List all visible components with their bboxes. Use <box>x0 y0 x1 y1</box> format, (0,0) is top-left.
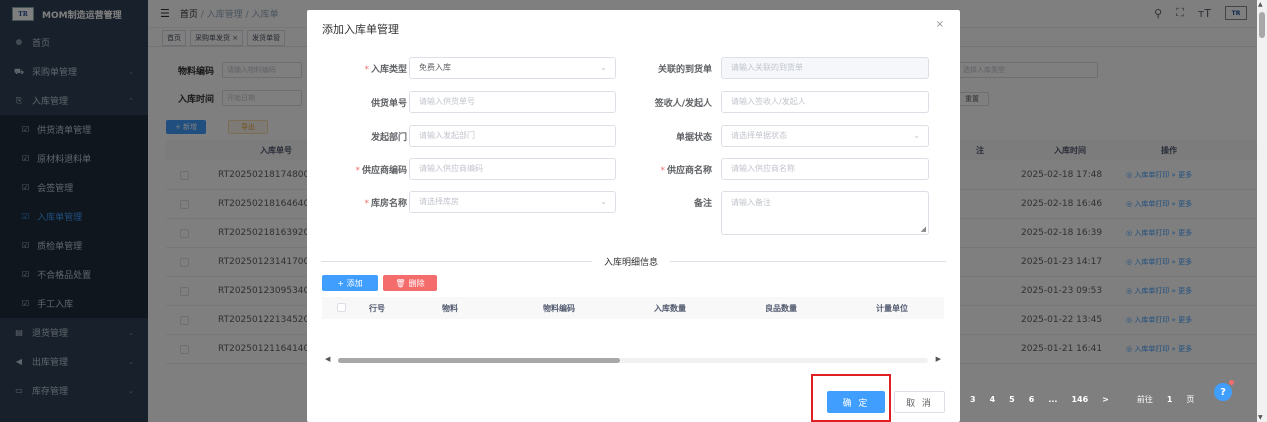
page-ellipsis[interactable]: ... <box>1044 393 1061 406</box>
dialog-title: 添加入库单管理 <box>322 23 399 36</box>
cancel-button[interactable]: 取 消 <box>894 391 945 413</box>
trash-icon: 🗑 <box>395 278 406 288</box>
chevron-down-icon: ⌄ <box>600 197 607 206</box>
scroll-up-icon[interactable]: ▲ <box>1258 1 1263 8</box>
supplier-name-input[interactable]: 请输入供应商名称 <box>721 158 929 180</box>
goto-label: 前往 <box>1136 395 1153 404</box>
warehouse-label: * 库房名称 <box>364 199 407 209</box>
inbound-type-label: * 入库类型 <box>364 65 407 75</box>
col-good-qty: 良品数量 <box>765 304 797 313</box>
col-material: 物料 <box>442 304 458 313</box>
page-vertical-scrollbar[interactable]: ▲ ▼ <box>1257 0 1267 422</box>
add-detail-button[interactable]: + 添加 <box>322 275 378 291</box>
close-icon[interactable]: × <box>936 19 944 30</box>
detail-table-header: 行号 物料 物料编码 入库数量 良品数量 计量单位 <box>322 297 944 319</box>
resize-handle-icon[interactable]: ◢ <box>921 225 926 233</box>
delete-detail-button[interactable]: 🗑 删除 <box>383 275 437 291</box>
signer-label: 签收人/发起人 <box>654 99 712 109</box>
related-arrival-label: 关联的到货单 <box>657 65 712 75</box>
help-icon[interactable]: ? <box>1214 383 1232 401</box>
supplier-code-input[interactable]: 请输入供应商编码 <box>409 158 616 180</box>
scroll-down-icon[interactable]: ▼ <box>1258 414 1263 421</box>
next-page-icon[interactable]: > <box>1098 393 1113 406</box>
confirm-button[interactable]: 确 定 <box>827 391 885 413</box>
col-inbound-qty: 入库数量 <box>654 304 686 313</box>
page-unit: 页 <box>1186 395 1195 404</box>
remark-textarea[interactable]: 请输入备注 ◢ <box>721 191 929 235</box>
col-line-no: 行号 <box>369 304 385 313</box>
page-number[interactable]: 6 <box>1025 393 1039 406</box>
scroll-thumb[interactable] <box>1259 12 1265 38</box>
select-all-checkbox[interactable] <box>337 303 346 312</box>
pagination: 3 4 5 6 ... 146 > 前往 1 页 <box>966 392 1198 407</box>
page-number[interactable]: 146 <box>1067 393 1092 406</box>
supplier-name-label: * 供应商名称 <box>660 166 712 176</box>
detail-section-title: 入库明细信息 <box>592 255 671 268</box>
chevron-down-icon: ⌄ <box>600 63 607 72</box>
col-unit: 计量单位 <box>876 304 908 313</box>
remark-label: 备注 <box>693 199 712 209</box>
dept-input[interactable]: 请输入发起部门 <box>409 125 616 147</box>
inbound-type-select[interactable]: 免费入库 ⌄ <box>409 57 616 79</box>
delete-label: 删除 <box>408 278 425 288</box>
supplier-code-label: * 供应商编码 <box>355 166 407 176</box>
supplier-no-input[interactable]: 请输入供货单号 <box>409 91 616 113</box>
scroll-left-icon[interactable]: ◀ <box>325 355 330 363</box>
related-arrival-input[interactable]: 请输入关联的到货单 <box>721 57 929 79</box>
chevron-down-icon: ⌄ <box>913 131 920 140</box>
signer-input[interactable]: 请输入签收人/发起人 <box>721 91 929 113</box>
page-number[interactable]: 3 <box>966 393 980 406</box>
status-label: 单据状态 <box>675 133 712 143</box>
detail-horizontal-scrollbar[interactable]: ◀ ▶ <box>322 354 944 366</box>
status-select[interactable]: 请选择单据状态 ⌄ <box>721 125 929 147</box>
warehouse-select[interactable]: 请选择库房 ⌄ <box>409 191 616 213</box>
goto-page-input[interactable]: 1 <box>1163 393 1177 406</box>
scroll-thumb[interactable] <box>338 358 620 363</box>
col-material-code: 物料编码 <box>543 304 575 313</box>
notification-dot <box>1229 380 1234 385</box>
supplier-no-label: 供货单号 <box>370 99 407 109</box>
dept-label: 发起部门 <box>370 133 407 143</box>
page-number[interactable]: 5 <box>1005 393 1019 406</box>
add-inbound-dialog: 添加入库单管理 × * 入库类型 免费入库 ⌄ 关联的到货单 请输入关联的到货单 供… <box>307 10 960 422</box>
page-number[interactable]: 4 <box>986 393 1000 406</box>
scroll-right-icon[interactable]: ▶ <box>936 355 941 363</box>
